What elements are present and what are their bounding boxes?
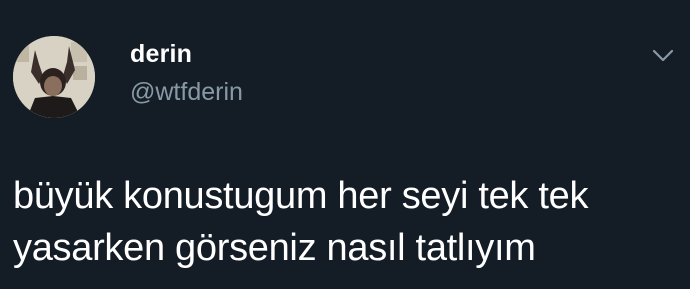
tweet-menu-button[interactable]	[648, 46, 678, 66]
tweet-text: büyük konustugum her seyi tek tek yasark…	[13, 170, 683, 274]
tweet-card: derin @wtfderin büyük konustugum her sey…	[0, 0, 690, 289]
tweet-text-line: büyük konustugum her seyi tek tek	[13, 175, 589, 217]
user-handle[interactable]: @wtfderin	[130, 78, 243, 107]
chevron-down-icon	[652, 49, 674, 62]
avatar-photo-icon	[13, 36, 95, 118]
avatar[interactable]	[13, 36, 95, 118]
tweet-text-line: yasarken görseniz nasıl tatlıyım	[13, 227, 536, 269]
display-name[interactable]: derin	[130, 40, 192, 69]
